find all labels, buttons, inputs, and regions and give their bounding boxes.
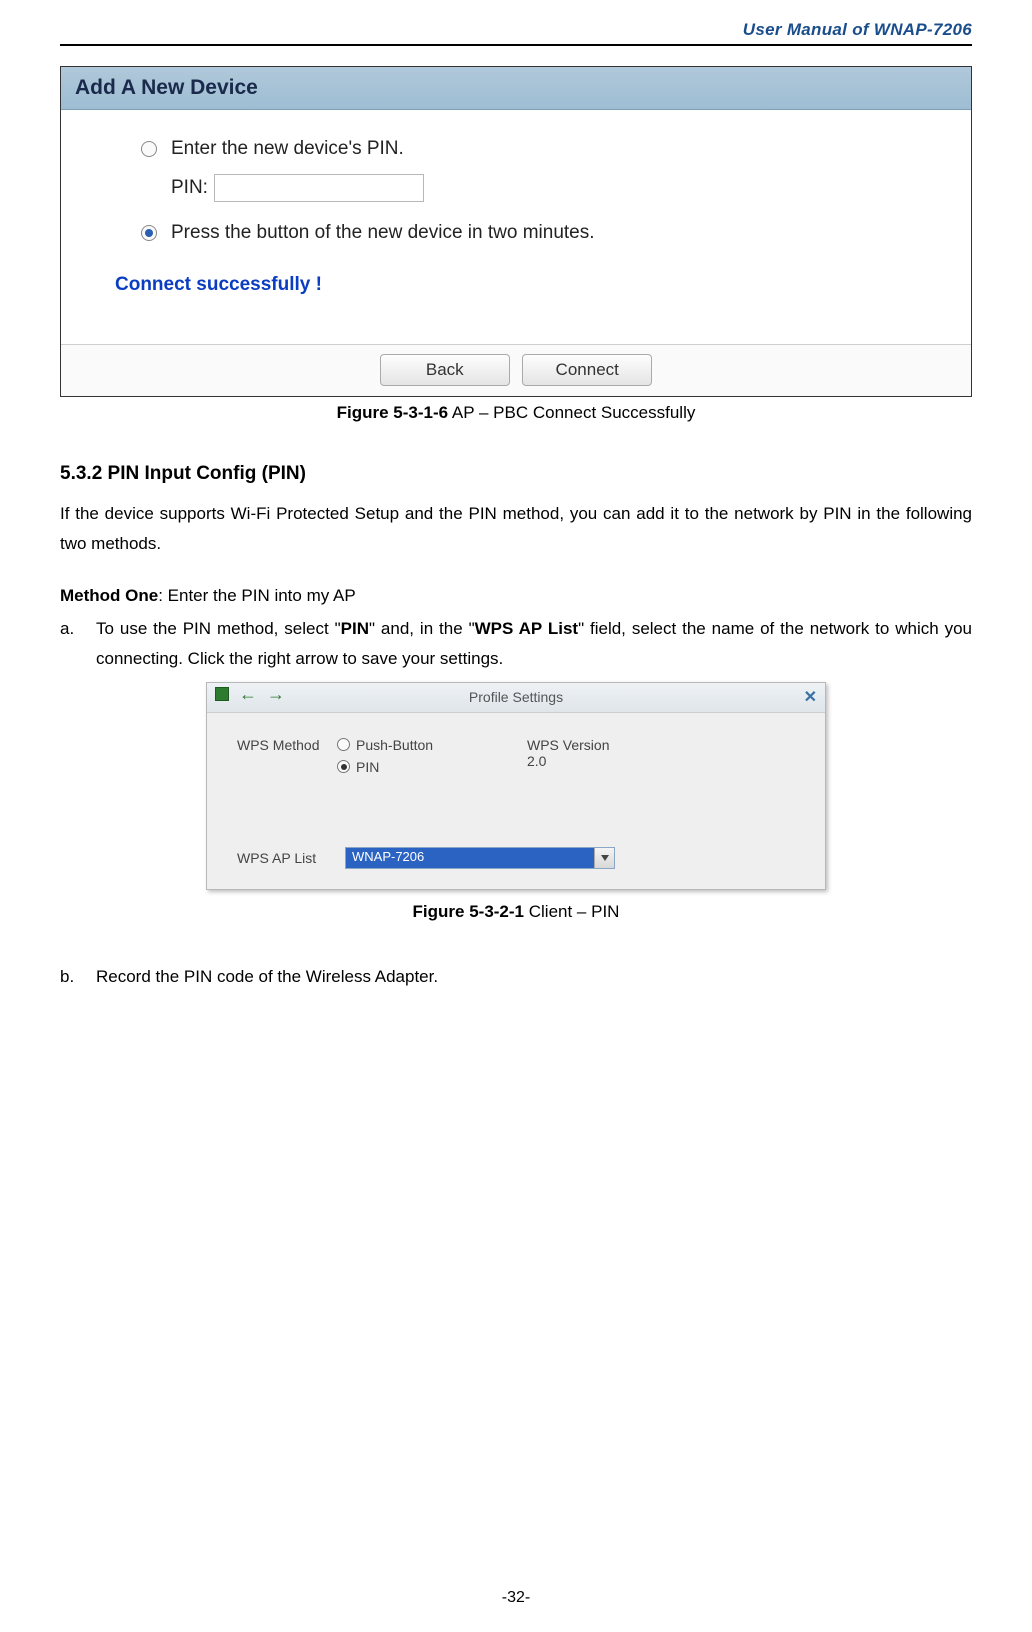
figure2-wrap: ← → Profile Settings ✕ WPS Method Push-B… [60,682,972,890]
pin-row: PIN: [171,174,911,202]
radio-label: Enter the new device's PIN. [171,138,404,160]
dialog-title: Add A New Device [61,67,971,110]
triangle-down-icon [601,855,609,861]
method-one-label: Method One [60,586,158,605]
dialog2-body: WPS Method Push-Button PIN WPS Version 2… [207,713,825,889]
figure2-caption: Figure 5-3-2-1 Client – PIN [60,902,972,922]
radio-dot-icon [145,229,153,237]
arrow-left-icon[interactable]: ← [239,687,257,701]
header-divider [60,44,972,46]
dialog-body: Enter the new device's PIN. PIN: Press t… [61,110,971,344]
figure2-caption-rest: Client – PIN [524,902,619,921]
wps-method-options: Push-Button PIN [337,737,527,781]
item-a-mid: " and, in the " [369,619,475,638]
radio-icon [141,225,157,241]
method-one-rest: : Enter the PIN into my AP [158,586,355,605]
stop-icon[interactable] [215,687,229,701]
wps-version-value: 2.0 [527,753,609,769]
list-marker: a. [60,614,96,644]
section-heading: 5.3.2 PIN Input Config (PIN) [60,463,972,485]
list-marker: b. [60,962,96,992]
radio-label: PIN [356,759,379,775]
back-button[interactable]: Back [380,354,510,386]
close-icon[interactable]: ✕ [804,687,817,707]
wps-method-row: WPS Method Push-Button PIN WPS Version 2… [237,737,803,781]
spacer [237,787,803,847]
radio-icon [337,738,350,751]
page-number: -32- [0,1589,1032,1607]
radio-dot-icon [341,764,347,770]
figure1-caption-bold: Figure 5-3-1-6 [337,403,448,422]
item-b-text: Record the PIN code of the Wireless Adap… [96,967,438,986]
radio-push-button[interactable]: Push-Button [337,737,527,753]
page-header-title: User Manual of WNAP-7206 [60,20,972,40]
radio-label: Push-Button [356,737,433,753]
wps-method-label: WPS Method [237,737,337,781]
item-a-bold1: PIN [341,619,369,638]
section-intro: If the device supports Wi-Fi Protected S… [60,499,972,559]
dialog-button-row: Back Connect [61,344,971,396]
add-device-dialog: Add A New Device Enter the new device's … [60,66,972,397]
success-message: Connect successfully ! [115,274,911,296]
titlebar-left-icons: ← → [215,687,285,701]
method-one-line: Method One: Enter the PIN into my AP [60,581,972,611]
radio-icon [141,141,157,157]
wps-aplist-select[interactable]: WNAP-7206 [345,847,615,869]
wps-version-block: WPS Version 2.0 [527,737,609,781]
connect-button[interactable]: Connect [522,354,652,386]
item-a-bold2: WPS AP List [475,619,578,638]
list-item-b: b.Record the PIN code of the Wireless Ad… [60,962,972,992]
radio-option-enter-pin[interactable]: Enter the new device's PIN. [141,138,911,160]
wps-version-label: WPS Version [527,737,609,753]
chevron-down-icon[interactable] [594,848,614,868]
profile-settings-dialog: ← → Profile Settings ✕ WPS Method Push-B… [206,682,826,890]
dialog2-title: Profile Settings [207,683,825,705]
radio-pin[interactable]: PIN [337,759,527,775]
pin-input[interactable] [214,174,424,202]
arrow-right-icon[interactable]: → [267,687,285,701]
pin-label: PIN: [171,177,208,199]
figure1-caption-rest: AP – PBC Connect Successfully [448,403,695,422]
figure1-caption: Figure 5-3-1-6 AP – PBC Connect Successf… [60,403,972,423]
figure2-caption-bold: Figure 5-3-2-1 [413,902,524,921]
radio-option-press-button[interactable]: Press the button of the new device in tw… [141,222,911,244]
item-a-pre: To use the PIN method, select " [96,619,341,638]
wps-aplist-row: WPS AP List WNAP-7206 [237,847,803,869]
wps-aplist-label: WPS AP List [237,850,337,866]
dialog2-titlebar: ← → Profile Settings ✕ [207,683,825,713]
radio-icon [337,760,350,773]
list-item-a: a.To use the PIN method, select "PIN" an… [60,614,972,674]
wps-aplist-value: WNAP-7206 [346,848,594,868]
radio-label: Press the button of the new device in tw… [171,222,595,244]
